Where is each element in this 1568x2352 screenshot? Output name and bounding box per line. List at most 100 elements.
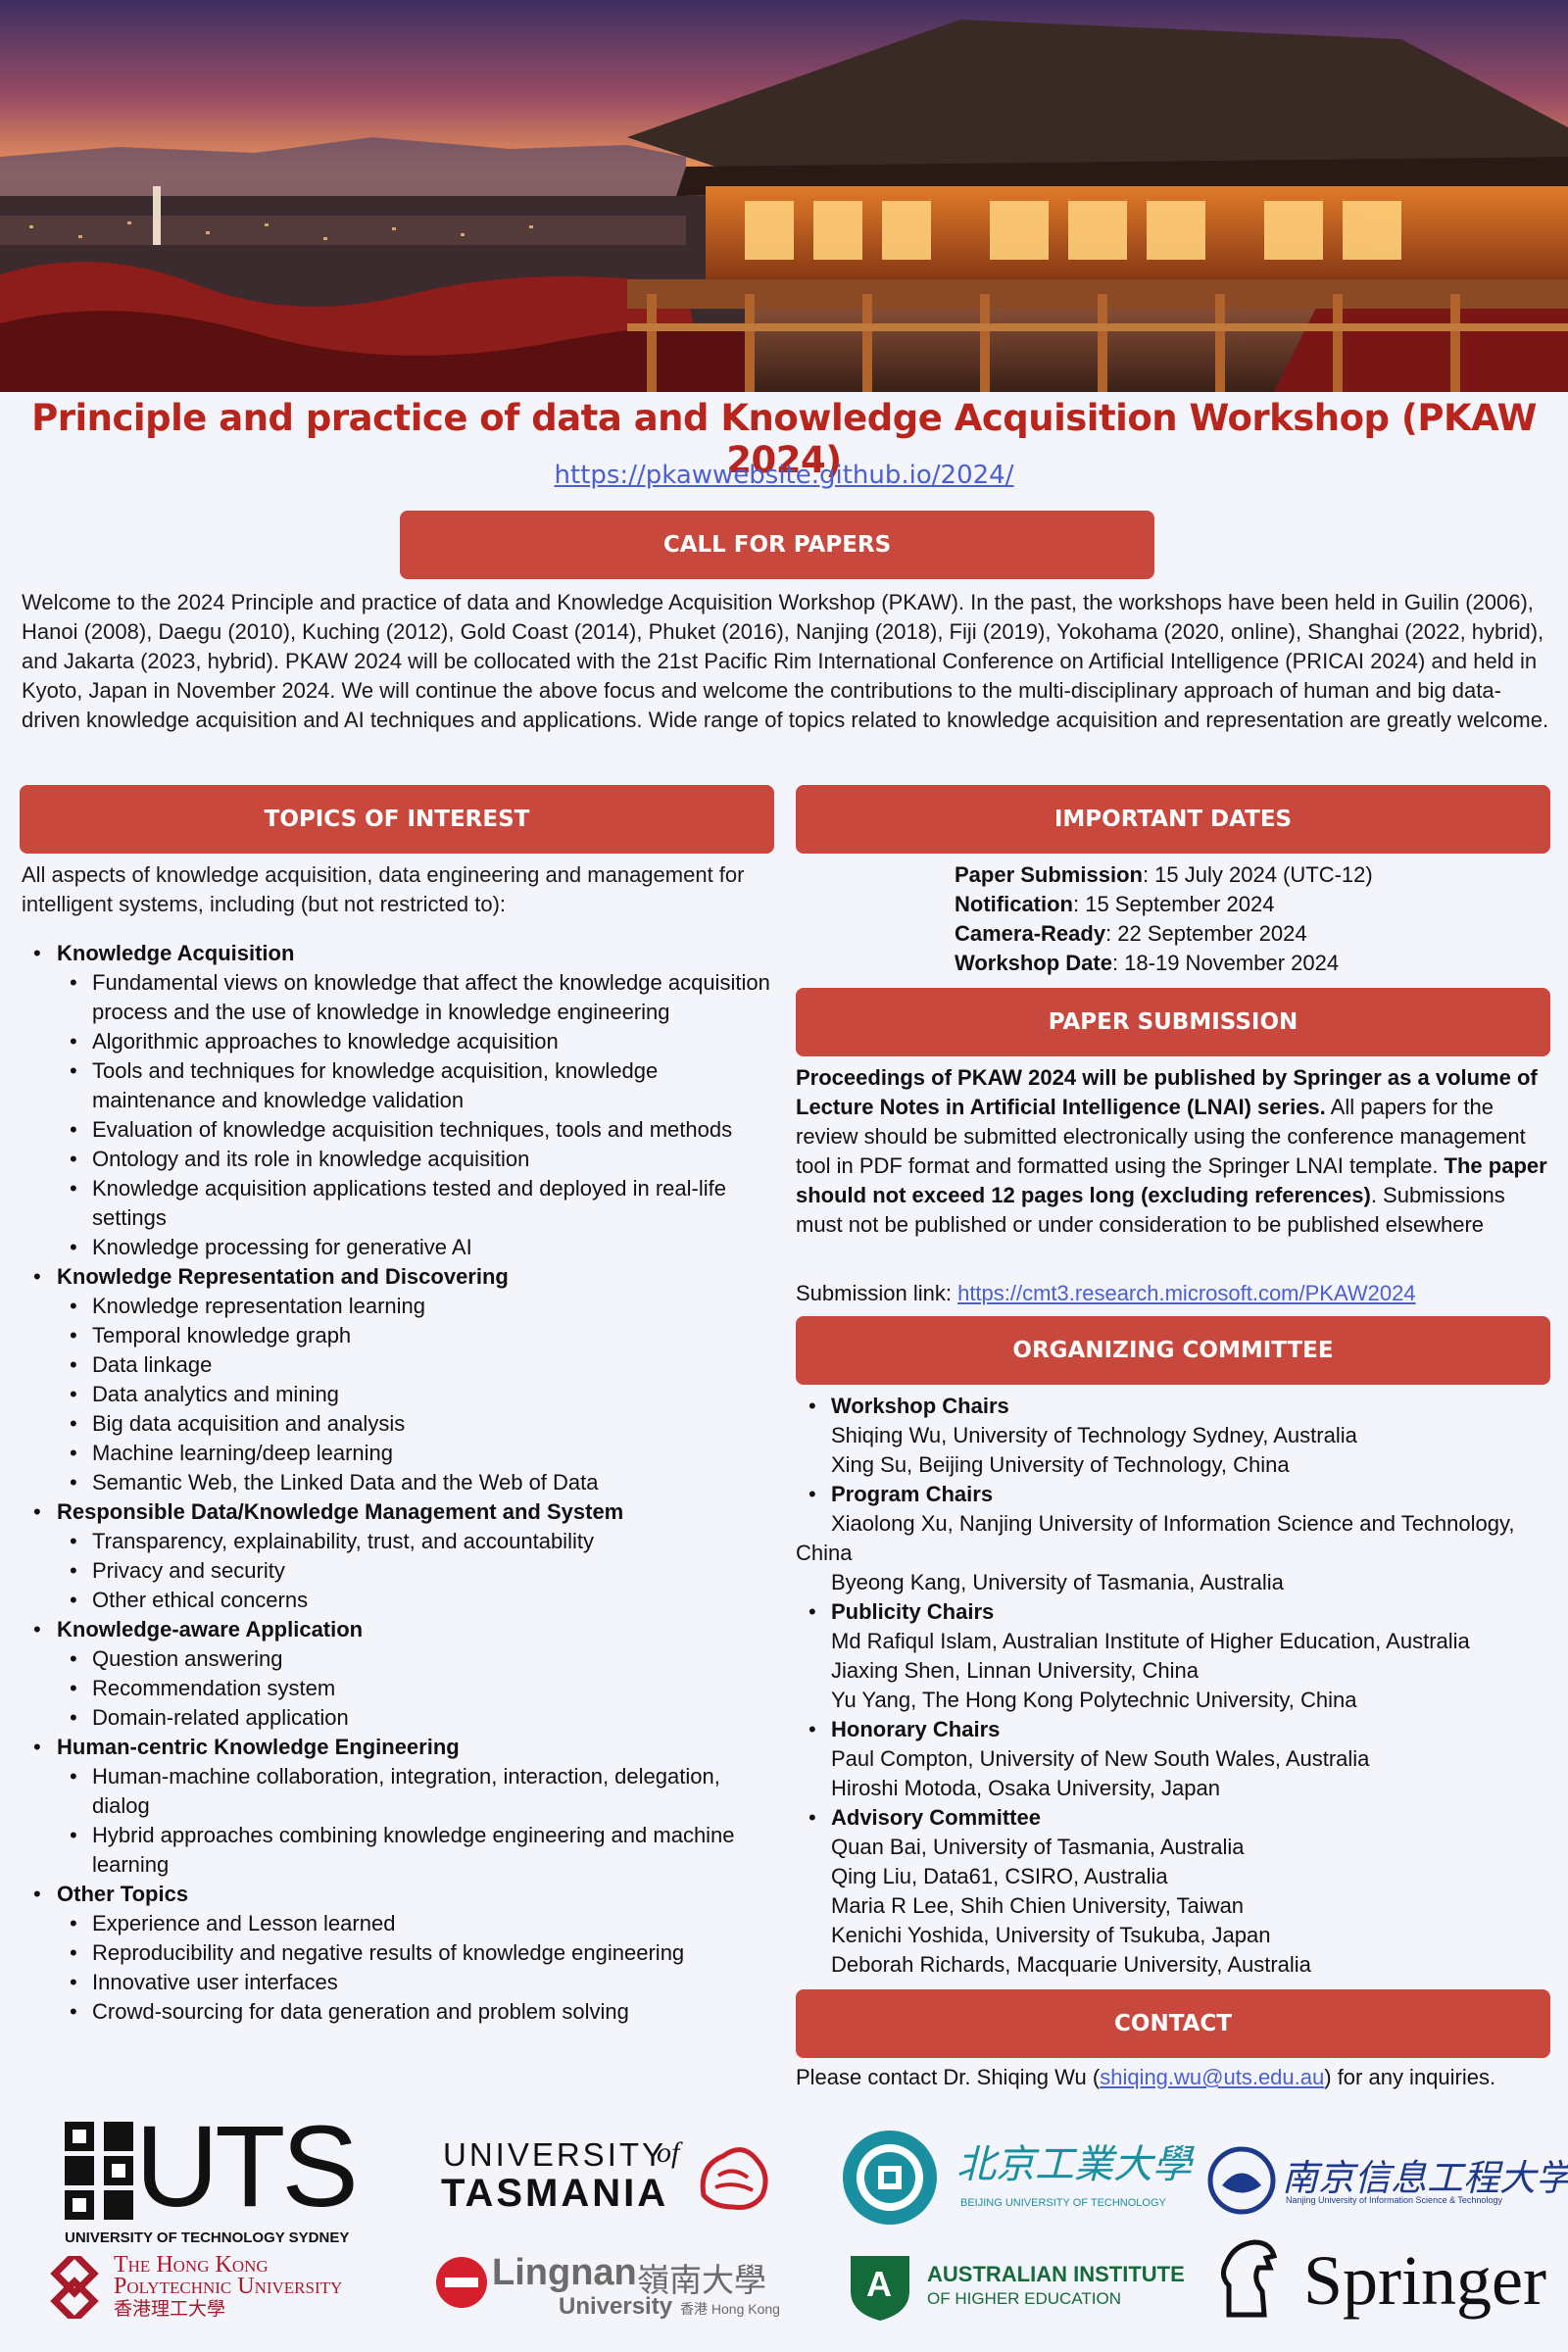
date-label: Workshop Date: [955, 951, 1112, 975]
committee-member: Shiqing Wu, University of Technology Syd…: [831, 1423, 1357, 1447]
polyu-name-2: Polytechnic University: [114, 2274, 343, 2299]
bjut-english-name: BEIJING UNIVERSITY OF TECHNOLOGY: [960, 2197, 1166, 2209]
committee-member: Xing Su, Beijing University of Technolog…: [831, 1452, 1290, 1477]
topic-category-name: Human-centric Knowledge Engineering: [57, 1735, 460, 1759]
date-value: : 15 September 2024: [1073, 892, 1275, 916]
topic-category: Responsible Data/Knowledge Management an…: [22, 1497, 776, 1615]
date-label: Camera-Ready: [955, 921, 1106, 946]
topic-item: Machine learning/deep learning: [57, 1439, 776, 1468]
polyu-name-1: The Hong Kong: [114, 2252, 269, 2278]
intro-paragraph: Welcome to the 2024 Principle and practi…: [22, 590, 1549, 732]
date-label: Notification: [955, 892, 1073, 916]
nuist-seal-icon: [1207, 2146, 1276, 2215]
committee-member: Deborah Richards, Macquarie University, …: [831, 1952, 1311, 1977]
topic-item: Evaluation of knowledge acquisition tech…: [57, 1115, 776, 1145]
tasmania-logo: UNIVERSITY of TASMANIA: [441, 2136, 774, 2225]
submission-link-row: Submission link: https://cmt3.research.m…: [796, 1279, 1550, 1308]
topic-category-name: Other Topics: [57, 1882, 189, 1906]
tasmania-bottom: TASMANIA: [441, 2172, 669, 2215]
bjut-seal-icon: [843, 2131, 937, 2225]
springer-logo: Springer: [1213, 2236, 1556, 2325]
topic-item: Ontology and its role in knowledge acqui…: [57, 1145, 776, 1174]
uts-wordmark: UTS: [135, 2102, 359, 2231]
committee-member: Xiaolong Xu, Nanjing University of Infor…: [796, 1511, 1515, 1565]
topic-item: Tools and techniques for knowledge acqui…: [57, 1056, 776, 1115]
aihe-logo: A AUSTRALIAN INSTITUTE OF HIGHER EDUCATI…: [849, 2254, 1192, 2323]
date-row: Notification: 15 September 2024: [955, 890, 1543, 919]
topic-item: Recommendation system: [57, 1674, 776, 1703]
uts-emblem-icon: [65, 2122, 133, 2220]
bjut-logo: 北京工業大學 BEIJING UNIVERSITY OF TECHNOLOGY: [841, 2129, 1192, 2227]
contact-line: Please contact Dr. Shiqing Wu (shiqing.w…: [796, 2063, 1568, 2092]
topic-item: Knowledge acquisition applications teste…: [57, 1174, 776, 1233]
topic-item: Experience and Lesson learned: [57, 1909, 776, 1938]
nuist-chinese-name: 南京信息工程大学: [1282, 2157, 1568, 2199]
contact-email-link[interactable]: shiqing.wu@uts.edu.au: [1100, 2065, 1324, 2089]
committee-group: Publicity ChairsMd Rafiqul Islam, Austra…: [796, 1597, 1550, 1715]
topic-item: Big data acquisition and analysis: [57, 1409, 776, 1439]
topics-intro: All aspects of knowledge acquisition, da…: [22, 862, 745, 916]
committee-group: Advisory CommitteeQuan Bai, University o…: [796, 1803, 1550, 1980]
polyu-logo: The Hong Kong Polytechnic University 香港理…: [43, 2252, 396, 2323]
committee-role: Advisory Committee: [796, 1803, 1550, 1833]
polyu-chinese-name: 香港理工大學: [114, 2299, 226, 2320]
date-value: : 22 September 2024: [1105, 921, 1307, 946]
website-link[interactable]: https://pkawwebsite.github.io/2024/: [0, 461, 1568, 490]
committee-member: Quan Bai, University of Tasmania, Austra…: [831, 1835, 1245, 1859]
topic-category: Human-centric Knowledge Engineering Human…: [22, 1733, 776, 1880]
topic-item: Fundamental views on knowledge that affe…: [57, 968, 776, 1027]
kyoto-temple-illustration: [0, 0, 1568, 392]
committee-member: Maria R Lee, Shih Chien University, Taiw…: [831, 1893, 1245, 1918]
committee-member: Hiroshi Motoda, Osaka University, Japan: [831, 1776, 1220, 1800]
date-row: Paper Submission: 15 July 2024 (UTC-12): [955, 860, 1543, 890]
topic-item: Human-machine collaboration, integration…: [57, 1762, 776, 1821]
submission-link-label: Submission link:: [796, 1281, 958, 1305]
aihe-name-1: AUSTRALIAN INSTITUTE: [927, 2262, 1185, 2286]
committee-role: Honorary Chairs: [796, 1715, 1550, 1744]
contact-post: ) for any inquiries.: [1324, 2065, 1496, 2089]
committee-member: Qing Liu, Data61, CSIRO, Australia: [831, 1864, 1168, 1888]
committee-role: Program Chairs: [796, 1480, 1550, 1509]
contact-pre: Please contact Dr. Shiqing Wu (: [796, 2065, 1101, 2089]
submission-paragraph: Proceedings of PKAW 2024 will be publish…: [796, 1063, 1550, 1240]
date-value: : 18-19 November 2024: [1111, 951, 1340, 975]
topic-item: Innovative user interfaces: [57, 1968, 776, 1997]
topic-category-name: Knowledge-aware Application: [57, 1617, 364, 1642]
topic-category: Knowledge-aware ApplicationQuestion answ…: [22, 1615, 776, 1733]
topic-category-name: Knowledge Acquisition: [57, 941, 295, 965]
topic-category-name: Responsible Data/Knowledge Management an…: [57, 1499, 624, 1524]
bjut-chinese-name: 北京工業大學: [956, 2142, 1192, 2187]
committee-group: Workshop ChairsShiqing Wu, University of…: [796, 1392, 1550, 1480]
date-value: : 15 July 2024 (UTC-12): [1142, 862, 1373, 887]
topic-category: Knowledge Acquisition Fundamental views o…: [22, 939, 776, 1262]
committee-member: Jiaxing Shen, Linnan University, China: [831, 1658, 1200, 1683]
committee-group: Honorary ChairsPaul Compton, University …: [796, 1715, 1550, 1803]
topic-item: Hybrid approaches combining knowledge en…: [57, 1821, 776, 1880]
committee-member: Md Rafiqul Islam, Australian Institute o…: [831, 1629, 1470, 1653]
topics-banner: TOPICS OF INTEREST: [20, 785, 774, 854]
committee-member: Kenichi Yoshida, University of Tsukuba, …: [831, 1923, 1271, 1947]
lingnan-logo: Lingnan 嶺南大學 University 香港 Hong Kong: [435, 2252, 780, 2321]
topic-item: Knowledge representation learning: [57, 1292, 776, 1321]
aihe-letter: A: [866, 2264, 892, 2304]
topic-item: Other ethical concerns: [57, 1586, 776, 1615]
committee-role: Workshop Chairs: [796, 1392, 1550, 1421]
committee-member: Yu Yang, The Hong Kong Polytechnic Unive…: [831, 1688, 1357, 1712]
topic-item: Temporal knowledge graph: [57, 1321, 776, 1350]
uts-subtitle: UNIVERSITY OF TECHNOLOGY SYDNEY: [65, 2230, 350, 2246]
topic-category: Other Topics Experience and Lesson learne…: [22, 1880, 776, 2027]
submission-link[interactable]: https://cmt3.research.microsoft.com/PKAW…: [957, 1281, 1415, 1305]
dates-list: Paper Submission: 15 July 2024 (UTC-12) N…: [955, 860, 1543, 978]
topic-item: Crowd-sourcing for data generation and p…: [57, 1997, 776, 2027]
topic-item: Data linkage: [57, 1350, 776, 1380]
topic-item: Reproducibility and negative results of …: [57, 1938, 776, 1968]
committee-list: Workshop ChairsShiqing Wu, University of…: [796, 1392, 1550, 1980]
nuist-logo: 南京信息工程大学 Nanjing University of Informati…: [1207, 2146, 1568, 2215]
date-row: Camera-Ready: 22 September 2024: [955, 919, 1543, 949]
committee-role: Publicity Chairs: [796, 1597, 1550, 1627]
topic-item: Data analytics and mining: [57, 1380, 776, 1409]
lingnan-emblem-icon: [436, 2257, 487, 2308]
topic-item: Transparency, explainability, trust, and…: [57, 1527, 776, 1556]
committee-group: Program ChairsXiaolong Xu, Nanjing Unive…: [796, 1480, 1550, 1597]
topic-item: Privacy and security: [57, 1556, 776, 1586]
